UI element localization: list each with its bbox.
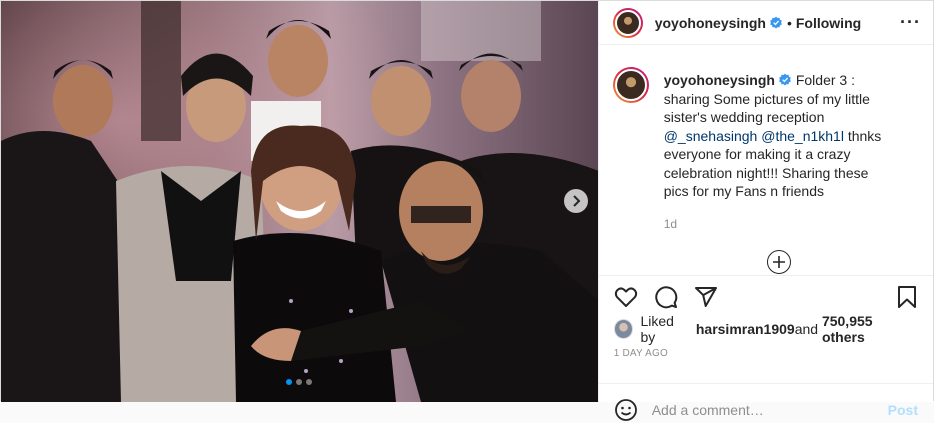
header-separator: • — [786, 14, 792, 31]
likes-count[interactable]: 750,955 others — [822, 313, 918, 345]
post-comment-button[interactable]: Post — [888, 402, 918, 418]
avatar[interactable] — [612, 7, 643, 38]
emoji-icon[interactable] — [614, 398, 638, 422]
like-heart-icon[interactable] — [614, 285, 638, 309]
carousel-dot-3 — [306, 379, 313, 385]
save-bookmark-icon[interactable] — [895, 285, 919, 309]
following-button[interactable]: Following — [796, 15, 861, 31]
header-username[interactable]: yoyohoneysingh — [655, 15, 766, 31]
caption-body: yoyohoneysingh Folder 3 : sharing Some p… — [664, 71, 894, 233]
post-actions-area: Liked by harsimran1909 and 750,955 other… — [598, 275, 933, 359]
carousel-next-button[interactable] — [564, 189, 588, 213]
comments-section: yoyohoneysingh Folder 3 : sharing Some p… — [612, 57, 923, 275]
mention-link-2[interactable]: @the_n1kh1l — [761, 128, 844, 144]
verified-badge-icon — [770, 16, 782, 29]
photo-illustration — [1, 1, 598, 402]
likes-middle: and — [794, 321, 819, 337]
comment-input[interactable] — [651, 401, 888, 418]
carousel-dot-2 — [296, 379, 303, 385]
post-sidebar: yoyohoneysingh • Following ··· yoyohoney… — [597, 1, 933, 421]
likes-summary: Liked by harsimran1909 and 750,955 other… — [599, 313, 933, 345]
liker-username[interactable]: harsimran1909 — [696, 321, 795, 337]
add-comment-bar: Post — [598, 383, 933, 423]
share-send-icon[interactable] — [694, 285, 718, 309]
post-date[interactable]: 1 DAY AGO — [599, 348, 933, 359]
instagram-post: yoyohoneysingh • Following ··· yoyohoney… — [0, 0, 934, 421]
caption: yoyohoneysingh Folder 3 : sharing Some p… — [612, 57, 923, 233]
action-bar — [599, 276, 933, 318]
caption-timestamp[interactable]: 1d — [664, 215, 894, 234]
caption-avatar[interactable] — [612, 67, 649, 103]
more-options-icon[interactable]: ··· — [900, 12, 921, 33]
load-more-comments-button[interactable] — [766, 250, 791, 274]
post-header: yoyohoneysingh • Following ··· — [598, 1, 933, 45]
post-photo[interactable] — [1, 1, 598, 402]
plus-icon — [772, 256, 785, 268]
chevron-right-icon — [573, 195, 581, 207]
caption-username[interactable]: yoyohoneysingh — [664, 72, 775, 88]
mention-link-1[interactable]: @_snehasingh — [664, 128, 758, 144]
comment-bubble-icon[interactable] — [654, 285, 678, 309]
carousel-indicator — [1, 379, 598, 385]
carousel-dot-1 — [286, 379, 293, 385]
verified-badge-icon — [779, 73, 791, 86]
liker-avatar[interactable] — [613, 319, 634, 339]
likes-prefix: Liked by — [640, 313, 674, 345]
